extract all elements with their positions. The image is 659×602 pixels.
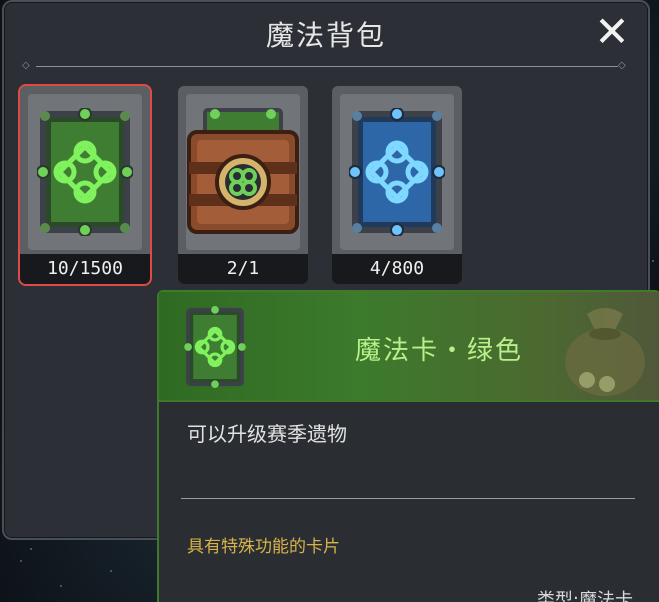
item-type: 类型:魔法卡	[536, 590, 633, 602]
inventory-slot-blue-card[interactable]: 4/800	[332, 86, 462, 284]
item-detail-panel: 魔法卡・绿色 可以升级赛季遗物 具有特殊功能的卡片 类型:魔法卡	[157, 290, 659, 602]
green-magic-card-icon	[37, 108, 133, 236]
item-description: 可以升级赛季遗物	[187, 422, 347, 446]
divider-ornament-right-icon: ◇	[618, 60, 626, 71]
slot-icon-frame	[28, 94, 142, 250]
title-divider: ◇ ◇	[22, 60, 632, 71]
inventory-slot-card-book[interactable]: 2/1	[178, 86, 308, 284]
slot-icon-frame	[186, 94, 300, 250]
item-feature: 具有特殊功能的卡片	[187, 537, 340, 557]
green-magic-card-icon	[184, 306, 246, 388]
item-detail-header: 魔法卡・绿色	[159, 292, 659, 402]
slot-quantity: 2/1	[178, 254, 308, 284]
coin-bag-icon	[565, 308, 645, 396]
window-title: 魔法背包	[265, 19, 386, 52]
detail-divider	[181, 498, 635, 499]
card-book-icon	[187, 108, 299, 234]
slot-quantity: 4/800	[332, 254, 462, 284]
item-name: 魔法卡・绿色	[355, 336, 524, 366]
inventory-slot-green-card[interactable]: 10/1500	[20, 86, 150, 284]
slot-icon-frame	[340, 94, 454, 250]
slot-quantity: 10/1500	[20, 254, 150, 284]
close-icon[interactable]: ✕	[592, 11, 632, 53]
blue-magic-card-icon	[349, 108, 445, 236]
divider-ornament-left-icon: ◇	[22, 60, 30, 71]
